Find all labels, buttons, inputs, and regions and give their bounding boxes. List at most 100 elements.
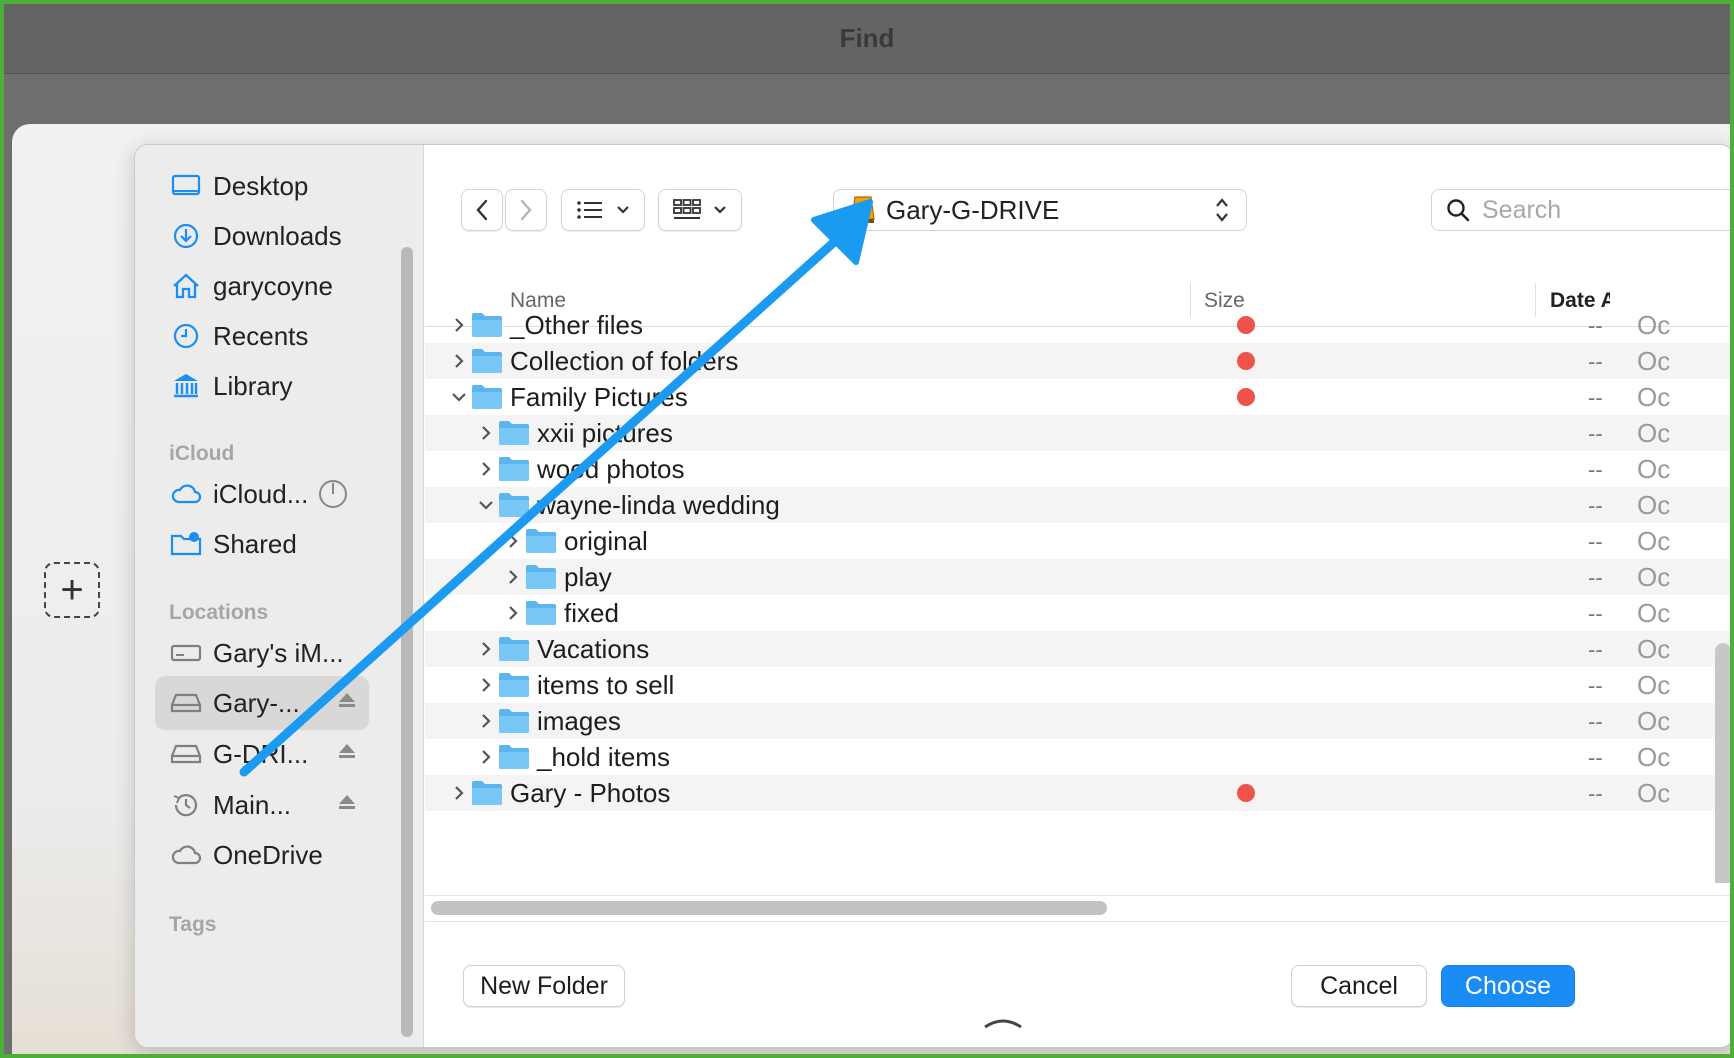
chevron-down-icon[interactable] (477, 496, 495, 514)
chevron-right-icon[interactable] (504, 532, 522, 550)
sidebar-item-desktop[interactable]: Desktop (155, 159, 369, 213)
back-button[interactable] (461, 189, 503, 231)
folder-icon (499, 673, 529, 697)
sidebar-item-label: Recents (213, 320, 309, 351)
sidebar-item-main[interactable]: Main... (155, 778, 369, 832)
sidebar-item-g-dri[interactable]: G-DRI... (155, 727, 369, 781)
shared-folder-icon (169, 529, 203, 559)
forward-button[interactable] (505, 189, 547, 231)
folder-icon (499, 457, 529, 481)
group-view-button[interactable] (658, 189, 742, 231)
chevron-right-icon[interactable] (450, 784, 468, 802)
file-size: -- (1588, 313, 1603, 338)
file-date: Oc (1637, 634, 1671, 664)
list-item[interactable]: play -- Oc (425, 559, 1730, 595)
file-date: Oc (1637, 526, 1671, 556)
file-name: _hold items (537, 742, 670, 772)
chevron-down-icon[interactable] (450, 388, 468, 406)
chevron-right-icon[interactable] (477, 748, 495, 766)
location-label: Gary-G-DRIVE (886, 194, 1060, 225)
list-view-button[interactable] (561, 189, 645, 231)
chevron-right-icon[interactable] (477, 676, 495, 694)
open-dialog: Desktop Downloads garycoyne Recents Library i… (134, 144, 1730, 1048)
folder-icon (526, 565, 556, 589)
search-input[interactable] (1482, 195, 1722, 225)
search-field[interactable] (1431, 189, 1730, 231)
chevron-right-icon[interactable] (450, 352, 468, 370)
new-folder-button[interactable]: New Folder (463, 965, 625, 1007)
file-name: xxii pictures (537, 418, 673, 448)
sidebar-item-library[interactable]: Library (155, 359, 369, 413)
sidebar-scrollbar[interactable] (401, 247, 413, 1037)
list-item[interactable]: images -- Oc (425, 703, 1730, 739)
list-item[interactable]: Collection of folders -- Oc (425, 343, 1730, 379)
grid-icon (673, 199, 701, 219)
folder-icon (472, 349, 502, 373)
list-item[interactable]: items to sell -- Oc (425, 667, 1730, 703)
file-date: Oc (1637, 454, 1671, 484)
list-item[interactable]: _hold items -- Oc (425, 739, 1730, 775)
file-name: wood photos (537, 454, 685, 484)
file-size: -- (1588, 601, 1603, 626)
list-item[interactable]: wood photos -- Oc (425, 451, 1730, 487)
chevron-right-icon[interactable] (477, 640, 495, 658)
section-header-tags: Tags (169, 913, 217, 936)
chevron-right-icon[interactable] (477, 424, 495, 442)
sidebar-item-onedrive[interactable]: OneDrive (155, 828, 369, 882)
red-tag-icon (1237, 352, 1255, 370)
toolbar: Gary-G-DRIVE (425, 145, 1730, 273)
eject-icon[interactable] (337, 793, 357, 816)
list-item[interactable]: Gary - Photos -- Oc (425, 775, 1730, 811)
file-date: Oc (1637, 598, 1671, 628)
sidebar-item-recents[interactable]: Recents (155, 309, 369, 363)
list-item[interactable]: xxii pictures -- Oc (425, 415, 1730, 451)
sidebar-item-gary[interactable]: Gary-... (155, 676, 369, 730)
eject-icon[interactable] (337, 742, 357, 765)
download-icon (169, 221, 203, 251)
vertical-scrollbar[interactable] (1715, 643, 1730, 883)
desktop-icon (169, 171, 203, 201)
screen: Find + Desktop Downloads garycoyne Recents L… (4, 4, 1730, 1054)
time-machine-icon (169, 790, 203, 820)
sidebar-item-shared[interactable]: Shared (155, 517, 369, 571)
list-item[interactable]: fixed -- Oc (425, 595, 1730, 631)
chevron-right-icon[interactable] (477, 460, 495, 478)
sidebar-item-icloud[interactable]: iCloud... (155, 467, 369, 521)
list-item[interactable]: _Other files -- Oc (425, 307, 1730, 343)
list-item[interactable]: Family Pictures -- Oc (425, 379, 1730, 415)
cancel-button[interactable]: Cancel (1291, 965, 1427, 1007)
file-size: -- (1588, 781, 1603, 806)
sidebar-item-label: G-DRI... (213, 738, 309, 769)
add-icon[interactable]: + (44, 562, 100, 618)
divider (425, 921, 1730, 922)
red-tag-icon (1237, 388, 1255, 406)
sidebar-item-label: Shared (213, 528, 297, 559)
file-name: Family Pictures (510, 382, 688, 412)
choose-button[interactable]: Choose (1441, 965, 1575, 1007)
red-tag-icon (1237, 316, 1255, 334)
file-name: Vacations (537, 634, 650, 664)
caret-up-icon[interactable] (983, 1015, 1023, 1029)
list-item[interactable]: original -- Oc (425, 523, 1730, 559)
chevron-right-icon[interactable] (450, 316, 468, 334)
file-date: Oc (1637, 562, 1671, 592)
chevron-right-icon[interactable] (504, 604, 522, 622)
sidebar-item-garycoyne[interactable]: garycoyne (155, 259, 369, 313)
chevron-right-icon[interactable] (504, 568, 522, 586)
sidebar-item-label: Desktop (213, 170, 309, 201)
file-name: play (564, 562, 612, 592)
sidebar-item-gary-s-im[interactable]: Gary's iM... (155, 626, 369, 680)
eject-icon[interactable] (337, 691, 357, 714)
list-item[interactable]: Vacations -- Oc (425, 631, 1730, 667)
horizontal-scrollbar[interactable] (431, 901, 1107, 915)
folder-icon (472, 385, 502, 409)
sidebar-item-label: garycoyne (213, 270, 333, 301)
location-popup[interactable]: Gary-G-DRIVE (833, 189, 1247, 231)
chevron-right-icon[interactable] (477, 712, 495, 730)
search-icon (1447, 199, 1470, 222)
list-item[interactable]: wayne-linda wedding -- Oc (425, 487, 1730, 523)
file-date: Oc (1637, 706, 1671, 736)
clock-icon (169, 321, 203, 351)
file-date: Oc (1637, 778, 1671, 808)
sidebar-item-downloads[interactable]: Downloads (155, 209, 369, 263)
